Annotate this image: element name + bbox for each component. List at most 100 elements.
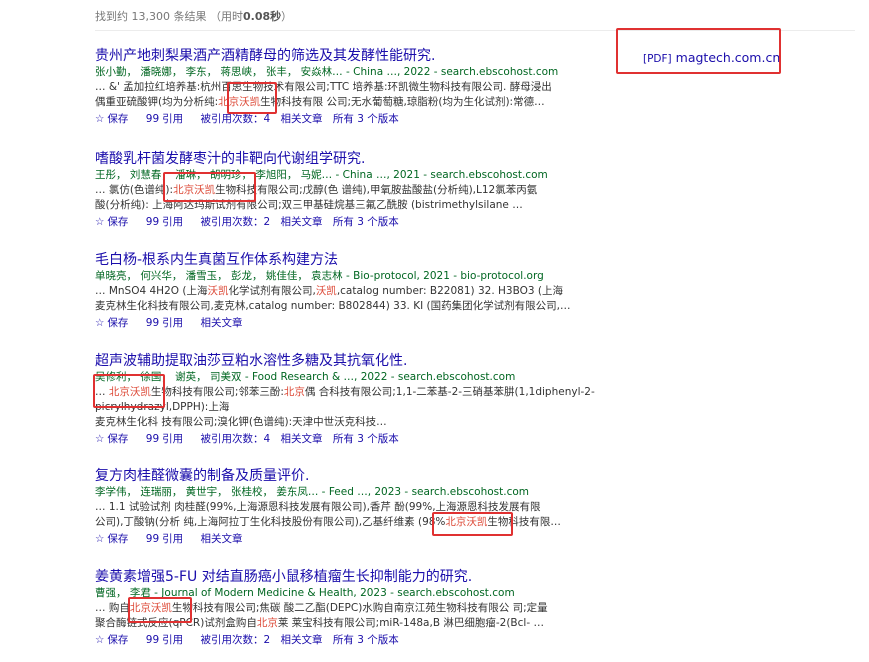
snippet-text: … 氯仿(色谱纯): [95, 184, 174, 196]
result-actions: ☆ 保存 99 引用 被引用次数：4 相关文章 所有 3 个版本 [95, 432, 595, 446]
star-icon: ☆ [95, 113, 105, 125]
snippet-text: 生物科技有限公司;戊醇(色 谱纯),甲氧胺盐酸盐(分析纯),L12氯苯丙氨 [215, 184, 538, 196]
save-label: 保存 [107, 433, 129, 445]
cite-button[interactable]: 99 引用 [146, 433, 190, 445]
result-snippet: … &' 孟加拉红培养基:杭州百思生物技术有限公司;TTC 培养基:环凯微生物科… [95, 80, 595, 110]
snippet-line: 公司),丁酸钠(分析 纯,上海阿拉丁生化科技股份有限公司),乙基纤维素 (98%… [95, 515, 595, 530]
time-label: （用时 [209, 10, 243, 23]
save-button[interactable]: ☆ 保存 [95, 113, 135, 125]
snippet-text: 聚合酶链式反应(qPCR)试剂盒购自 [95, 617, 257, 629]
all-versions-link[interactable]: 所有 3 个版本 [333, 634, 399, 646]
snippet-line: … 1.1 试验试剂 肉桂醛(99%,上海源恩科技发展有限公司),香芹 酚(99… [95, 501, 541, 513]
save-button[interactable]: ☆ 保存 [95, 634, 135, 646]
result-actions: ☆ 保存 99 引用 被引用次数：4 相关文章 所有 3 个版本 [95, 112, 595, 126]
snippet-highlight: 北京沃凯 [445, 516, 488, 528]
result-authors[interactable]: 李学伟， 连瑞丽， 黄世宇， 张桂校， 姜东凤… - Feed …, 2023 … [95, 485, 595, 499]
result-title[interactable]: 贵州产地刺梨果酒产酒精酵母的筛选及其发酵性能研究. [95, 47, 595, 65]
result-authors[interactable]: 王彤， 刘慧春， 潘琳， 胡明珍， 李旭阳， 马妮… - China …, 20… [95, 168, 595, 182]
save-button[interactable]: ☆ 保存 [95, 216, 135, 228]
result-snippet: … 氯仿(色谱纯):北京沃凯生物科技有限公司;戊醇(色 谱纯),甲氧胺盐酸盐(分… [95, 183, 595, 213]
cite-button[interactable]: 99 引用 [146, 533, 190, 545]
result-actions: ☆ 保存 99 引用 被引用次数：2 相关文章 所有 3 个版本 [95, 215, 595, 229]
star-icon: ☆ [95, 317, 105, 329]
related-articles-link[interactable]: 相关文章 [200, 317, 242, 329]
quote-icon: 99 [145, 533, 160, 545]
all-versions-link[interactable]: 所有 3 个版本 [333, 216, 399, 228]
snippet-text: 莱 莱宝科技有限公司;miR-148a,B 淋巴细胞瘤-2(Bcl- … [277, 617, 544, 629]
snippet-line: 麦克林生化科 技有限公司;溴化钾(色谱纯):天津中世沃克科技… [95, 416, 387, 428]
related-articles-link[interactable]: 相关文章 [281, 113, 323, 125]
pdf-link[interactable]: [PDF] magtech.com.cn [643, 50, 780, 65]
quote-icon: 99 [145, 317, 160, 329]
all-versions-link[interactable]: 所有 3 个版本 [333, 113, 399, 125]
star-icon: ☆ [95, 634, 105, 646]
snippet-highlight: 北京 [283, 386, 305, 398]
cited-by-link[interactable]: 被引用次数：2 [200, 216, 270, 228]
cited-by-link[interactable]: 被引用次数：4 [200, 433, 270, 445]
cite-label: 引用 [162, 433, 184, 445]
result-snippet: … 北京沃凯生物科技有限公司;邻苯三酚:北京偶 合科技有限公司;1,1-二苯基-… [95, 385, 595, 430]
snippet-highlight: 沃凯 [207, 285, 229, 297]
snippet-text: 公司),丁酸钠(分析 纯,上海阿拉丁生化科技股份有限公司),乙基纤维素 (98% [95, 516, 446, 528]
star-icon: ☆ [95, 433, 105, 445]
star-icon: ☆ [95, 216, 105, 228]
snippet-highlight: 北京沃凯 [108, 386, 151, 398]
cite-label: 引用 [162, 317, 184, 329]
results-count: 找到约 13,300 条结果 [95, 10, 207, 23]
snippet-text: … [95, 386, 109, 398]
save-label: 保存 [107, 634, 129, 646]
time-value: 0.08秒 [242, 10, 282, 23]
result-title[interactable]: 姜黄素增强5-FU 对结直肠癌小鼠移植瘤生长抑制能力的研究. [95, 568, 595, 586]
cite-label: 引用 [162, 634, 184, 646]
related-articles-link[interactable]: 相关文章 [200, 533, 242, 545]
related-articles-link[interactable]: 相关文章 [281, 634, 323, 646]
cite-button[interactable]: 99 引用 [146, 317, 190, 329]
pdf-domain: magtech.com.cn [675, 50, 781, 65]
snippet-text: 生物科技有限… [487, 516, 561, 528]
result-actions: ☆ 保存 99 引用 相关文章 [95, 532, 595, 546]
save-button[interactable]: ☆ 保存 [95, 317, 135, 329]
snippet-text: 生物科技有限 公司;无水葡萄糖,琼脂粉(均为生化试剂):常德… [260, 96, 545, 108]
quote-icon: 99 [145, 634, 160, 646]
quote-icon: 99 [145, 216, 160, 228]
save-label: 保存 [107, 533, 129, 545]
cited-by-link[interactable]: 被引用次数：4 [200, 113, 270, 125]
result-item: 贵州产地刺梨果酒产酒精酵母的筛选及其发酵性能研究. 张小勤， 潘晓娜， 李东， … [95, 47, 595, 126]
result-snippet: … MnSO4 4H2O (上海沃凯化学试剂有限公司,沃凯,catalog nu… [95, 284, 595, 314]
related-articles-link[interactable]: 相关文章 [281, 216, 323, 228]
cite-button[interactable]: 99 引用 [146, 216, 190, 228]
result-authors[interactable]: 曹强， 李君 - Journal of Modern Medicine & He… [95, 586, 595, 600]
result-authors[interactable]: 张小勤， 潘晓娜， 李东， 蒋思峡， 张丰， 安焱林… - China …, 2… [95, 65, 595, 79]
result-actions: ☆ 保存 99 引用 相关文章 [95, 316, 595, 330]
snippet-line: … MnSO4 4H2O (上海沃凯化学试剂有限公司,沃凯,catalog nu… [95, 284, 595, 299]
snippet-line: … &' 孟加拉红培养基:杭州百思生物技术有限公司;TTC 培养基:环凯微生物科… [95, 81, 552, 93]
result-title[interactable]: 嗜酸乳杆菌发酵枣汁的非靶向代谢组学研究. [95, 150, 595, 168]
result-title[interactable]: 复方肉桂醛微囊的制备及质量评价. [95, 467, 595, 485]
quote-icon: 99 [145, 113, 160, 125]
cite-button[interactable]: 99 引用 [146, 634, 190, 646]
cite-label: 引用 [162, 216, 184, 228]
quote-icon: 99 [145, 433, 160, 445]
snippet-text: 偶 合科技有限公司;1,1-二苯基-2-三硝基苯肼(1,1diphenyl-2- [304, 386, 595, 398]
snippet-line: 酸(分析纯): 上海阿达玛斯试剂有限公司;双三甲基硅烷基三氟乙酰胺 (bistr… [95, 199, 523, 211]
save-button[interactable]: ☆ 保存 [95, 433, 135, 445]
result-title[interactable]: 超声波辅助提取油莎豆粕水溶性多糖及其抗氧化性. [95, 352, 595, 370]
cited-by-link[interactable]: 被引用次数：2 [200, 634, 270, 646]
result-authors[interactable]: 吴修利， 徐国， 谢英， 司美双 - Food Research & …, 20… [95, 370, 595, 384]
snippet-text: 生物科技有限公司;焦碳 酸二乙酯(DEPC)水购自南京江苑生物科技有限公 司;定… [171, 602, 548, 614]
all-versions-link[interactable]: 所有 3 个版本 [333, 433, 399, 445]
snippet-text: 偶重亚硫酸钾(均为分析纯: [95, 96, 219, 108]
result-authors[interactable]: 单晓亮， 何兴华， 潘雪玉， 彭龙， 姚佳佳， 袁志林 - Bio-protoc… [95, 269, 595, 283]
cite-button[interactable]: 99 引用 [146, 113, 190, 125]
snippet-text: ,catalog number: B22081) 32. H3BO3 (上海 [336, 285, 563, 297]
divider [95, 30, 855, 31]
result-title[interactable]: 毛白杨-根系内生真菌互作体系构建方法 [95, 251, 595, 269]
save-label: 保存 [107, 113, 129, 125]
cite-label: 引用 [162, 533, 184, 545]
snippet-highlight: 北京沃凯 [129, 602, 172, 614]
snippet-line: … 氯仿(色谱纯):北京沃凯生物科技有限公司;戊醇(色 谱纯),甲氧胺盐酸盐(分… [95, 183, 595, 198]
snippet-line: 偶重亚硫酸钾(均为分析纯:北京沃凯生物科技有限 公司;无水葡萄糖,琼脂粉(均为生… [95, 95, 595, 110]
related-articles-link[interactable]: 相关文章 [281, 433, 323, 445]
result-snippet: … 购自北京沃凯生物科技有限公司;焦碳 酸二乙酯(DEPC)水购自南京江苑生物科… [95, 601, 595, 631]
save-button[interactable]: ☆ 保存 [95, 533, 135, 545]
